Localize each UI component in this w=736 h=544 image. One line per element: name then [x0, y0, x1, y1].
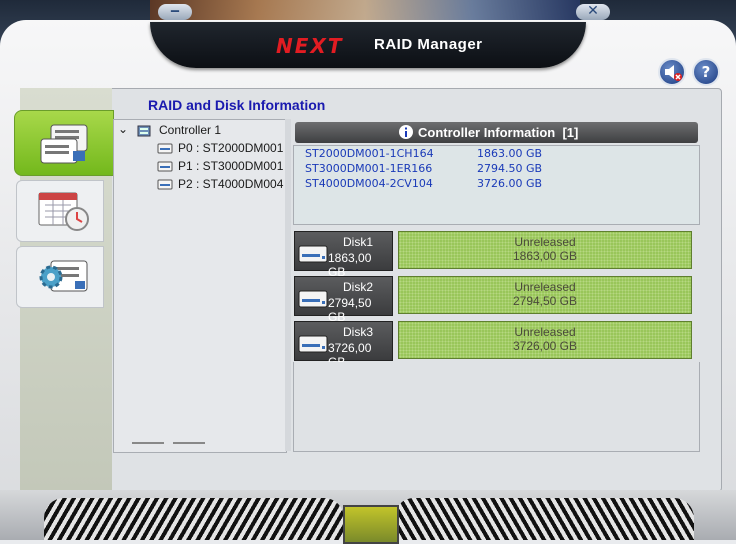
disk-status: Unreleased	[514, 280, 576, 294]
tab-schedule[interactable]	[16, 180, 104, 242]
disk-status-size: 3726,00 GB	[512, 339, 578, 353]
schedule-clock-icon	[38, 192, 89, 231]
help-button[interactable]: ?	[692, 58, 720, 86]
tree-item-port[interactable]: P0 : ST2000DM001	[178, 141, 284, 155]
disk-name: Disk2	[343, 280, 374, 294]
disk-status: Unreleased	[514, 235, 576, 249]
tree-item-port[interactable]: P1 : ST3000DM001	[178, 159, 284, 173]
tab-raid-disk-info[interactable]	[14, 110, 114, 176]
speaker-mute-icon	[665, 65, 682, 81]
disk-drive-icon	[157, 179, 173, 190]
minimize-button[interactable]: ‒	[158, 4, 192, 20]
disk-status-bar[interactable]: Unreleased 3726,00 GB	[398, 321, 692, 359]
disk-label[interactable]: Disk2 2794,50 GB	[294, 276, 393, 324]
disk-status-bar[interactable]: Unreleased 2794,50 GB	[398, 276, 692, 314]
disk-name: Disk1	[343, 235, 374, 249]
drive-size: 3726.00 GB	[477, 177, 543, 190]
left-grille	[44, 498, 344, 540]
panel-splitter[interactable]	[285, 119, 291, 451]
hard-disk-icon	[298, 290, 328, 308]
sound-button[interactable]	[658, 58, 686, 86]
disk-status: Unreleased	[514, 325, 576, 339]
hard-disk-icon	[298, 245, 328, 263]
disk-label[interactable]: Disk1 1863,00 GB	[294, 231, 393, 279]
controller-icon	[137, 125, 151, 137]
controller-info-header: Controller Information [1]	[295, 122, 698, 143]
info-icon	[399, 125, 413, 139]
controller-info-title: Controller Information [1]	[418, 125, 579, 140]
brand-logo: NEXT	[276, 34, 344, 58]
disk-status-size: 1863,00 GB	[512, 249, 578, 263]
disk-status-size: 2794,50 GB	[512, 294, 578, 308]
disk-area-empty	[293, 362, 700, 452]
disk-status-bar[interactable]: Unreleased 1863,00 GB	[398, 231, 692, 269]
chip-ornament	[343, 505, 399, 544]
close-button[interactable]: ✕	[576, 4, 610, 20]
drive-size: 2794.50 GB	[477, 162, 543, 175]
title-plate	[150, 22, 586, 68]
disk-drive-icon	[157, 161, 173, 172]
scrollbar-mark[interactable]	[173, 442, 205, 444]
settings-disk-icon	[39, 260, 88, 292]
page-title: RAID and Disk Information	[148, 97, 326, 113]
drive-model: ST4000DM004-2CV104	[305, 177, 433, 190]
drive-model: ST2000DM001-1CH164	[305, 147, 434, 160]
raid-disk-icon	[40, 124, 88, 164]
disk-size: 2794,50 GB	[328, 296, 372, 324]
disk-name: Disk3	[343, 325, 374, 339]
collapse-arrow-icon[interactable]: ⌄	[118, 122, 128, 136]
disk-size: 1863,00 GB	[328, 251, 372, 279]
tree-item-controller[interactable]: Controller 1	[159, 123, 221, 137]
app-title: RAID Manager	[374, 36, 483, 53]
hard-disk-icon	[298, 335, 328, 353]
tree-item-port[interactable]: P2 : ST4000DM004	[178, 177, 284, 191]
disk-label[interactable]: Disk3 3726,00 GB	[294, 321, 393, 369]
tab-settings[interactable]	[16, 246, 104, 308]
scrollbar-mark[interactable]	[132, 442, 164, 444]
drive-model: ST3000DM001-1ER166	[305, 162, 433, 175]
drive-size: 1863.00 GB	[477, 147, 543, 160]
disk-drive-icon	[157, 143, 173, 154]
right-grille	[394, 498, 694, 540]
